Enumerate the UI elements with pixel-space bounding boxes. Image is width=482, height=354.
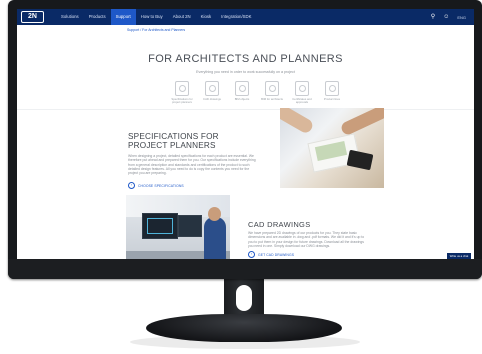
category-cad[interactable]: CAD drawings [200,81,224,104]
monitor-stand-neck [224,279,264,319]
category-label: Product lines [323,97,341,101]
top-navigation: 2N Solutions Products Support How to Buy… [17,9,474,25]
nav-item-about[interactable]: About 2N [168,9,196,25]
category-ifc[interactable]: BIM for architects [260,81,284,104]
choose-specifications-button[interactable]: › CHOOSE SPECIFICATIONS [128,182,184,189]
cta-label: CHOOSE SPECIFICATIONS [138,183,184,188]
specifications-heading: SPECIFICATIONS FOR PROJECT PLANNERS [128,132,219,150]
cad-icon [205,81,219,96]
arrow-right-icon: › [128,182,135,189]
breadcrumb[interactable]: Support / For Architects and Planners [127,28,185,32]
specifications-icon [175,81,189,96]
logo[interactable]: 2N [21,11,44,23]
cta-label: GET CAD DRAWINGS [258,252,295,257]
category-label: BIM objects [234,97,250,101]
category-label: CAD drawings [203,97,221,101]
cad-workstation-photo [126,195,230,259]
arrow-right-icon: › [248,251,255,258]
page-subtitle: Everything you need in order to work suc… [196,70,295,74]
cad-text: We have prepared 2D drawings of our prod… [248,231,365,248]
language-switch[interactable]: ENG [457,15,466,20]
nav-item-products[interactable]: Products [84,9,111,25]
nav-item-solutions[interactable]: Solutions [56,9,84,25]
monitor-screen: 2N Solutions Products Support How to Buy… [17,9,474,259]
page-title: FOR ARCHITECTS AND PLANNERS [148,53,343,65]
product-list-icon [325,81,339,96]
architects-photo [280,108,384,188]
monitor-stand-base [146,314,342,342]
nav-item-integration[interactable]: Integration/SDK [216,9,256,25]
category-label: Certificates and approvals [292,97,312,105]
category-icon-row: Specifications for project planners CAD … [170,81,344,104]
category-product-lines[interactable]: Product lines [320,81,344,104]
ifc-icon [265,81,279,96]
category-label: Specifications for project planners [171,97,193,105]
monitor-bezel [8,259,482,279]
category-bim[interactable]: BIM objects [230,81,254,104]
user-icon[interactable]: ☺ [443,14,449,20]
nav-item-how-to-buy[interactable]: How to Buy [136,9,168,25]
search-icon[interactable]: ⚲ [431,14,435,20]
certificates-icon [295,81,309,96]
monitor: 2N Solutions Products Support How to Buy… [8,0,482,279]
get-cad-drawings-button[interactable]: › GET CAD DRAWINGS [248,251,294,258]
category-certificates[interactable]: Certificates and approvals [290,81,314,104]
nav-utilities: ⚲ ☺ ENG [431,14,466,20]
nav-item-support[interactable]: Support [110,9,136,25]
cad-section [17,194,474,259]
cad-heading: CAD DRAWINGS [248,220,311,229]
divider [17,109,474,110]
chat-button[interactable]: Write us a chat [447,253,471,259]
nav-item-kiosk[interactable]: Kiosk [196,9,217,25]
bim-icon [235,81,249,96]
category-label: BIM for architects [261,97,283,101]
nav-menu: Solutions Products Support How to Buy Ab… [56,9,256,25]
category-specifications[interactable]: Specifications for project planners [170,81,194,104]
specifications-text: When designing a project, detailed speci… [128,154,256,176]
